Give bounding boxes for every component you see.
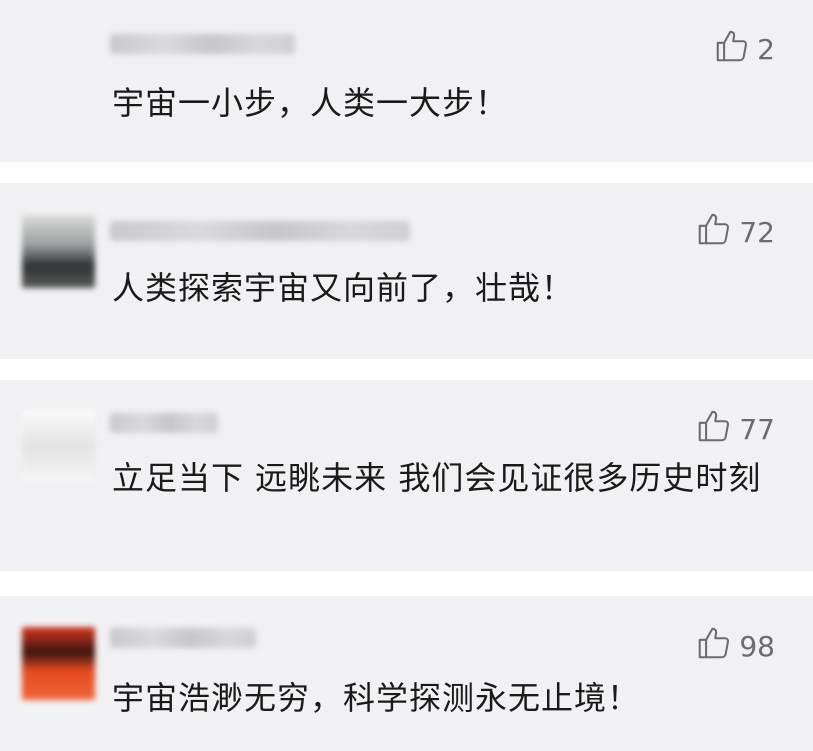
thumbs-up-icon bbox=[713, 27, 751, 72]
avatar[interactable] bbox=[22, 410, 95, 483]
comment-text: 宇宙一小步，人类一大步！ bbox=[112, 84, 509, 122]
like-count: 77 bbox=[739, 412, 775, 446]
like-button[interactable]: 98 bbox=[695, 627, 775, 665]
like-button[interactable]: 72 bbox=[695, 213, 775, 251]
comment-text: 人类探索宇宙又向前了，壮哉！ bbox=[112, 269, 575, 307]
username-blurred[interactable] bbox=[110, 628, 256, 648]
username-blurred[interactable] bbox=[110, 413, 218, 433]
thumbs-up-icon bbox=[695, 210, 733, 255]
avatar[interactable] bbox=[22, 30, 95, 103]
like-button[interactable]: 77 bbox=[695, 410, 775, 448]
comment-feed: 2 宇宙一小步，人类一大步！ 72 人类探索宇宙又向前了，壮哉！ 77 立足当下… bbox=[0, 0, 813, 751]
thumbs-up-icon bbox=[695, 407, 733, 452]
comment-text: 宇宙浩渺无穷，科学探测永无止境！ bbox=[112, 679, 641, 717]
like-count: 2 bbox=[757, 32, 775, 66]
like-button[interactable]: 2 bbox=[713, 30, 775, 68]
username-blurred[interactable] bbox=[110, 221, 410, 241]
avatar[interactable] bbox=[22, 215, 95, 288]
avatar[interactable] bbox=[22, 627, 95, 700]
username-blurred[interactable] bbox=[110, 34, 295, 54]
comment-card bbox=[0, 596, 813, 751]
like-count: 72 bbox=[739, 215, 775, 249]
thumbs-up-icon bbox=[695, 624, 733, 669]
comment-text: 立足当下 远眺未来 我们会见证很多历史时刻 bbox=[112, 459, 762, 497]
like-count: 98 bbox=[739, 629, 775, 663]
